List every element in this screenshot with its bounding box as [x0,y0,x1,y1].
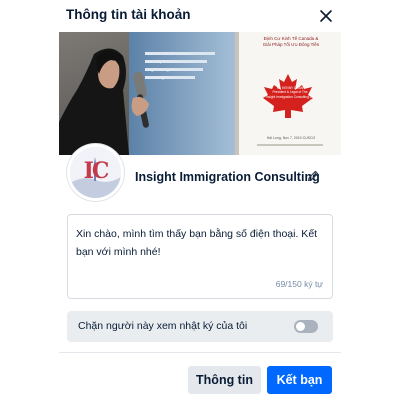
avatar-monogram: IC [83,158,110,184]
cover-slide-left-line: Consulting Ltd [145,75,171,80]
avatar[interactable]: IC [67,144,124,201]
dialog-title: Thông tin tài khoản [66,7,191,22]
block-diary-toggle[interactable] [294,320,318,333]
cover-photo[interactable]: Định Cư Kinh Tế Canada Giải Pháp Đầu Tư … [59,32,341,155]
add-friend-button[interactable]: Kết bạn [267,366,332,394]
profile-name: Insight Immigration Consulting [135,170,320,184]
toggle-knob [296,322,305,331]
info-button[interactable]: Thông tin [188,366,261,394]
greeting-message-text[interactable]: Xin chào, mình tìm thấy bạn bằng số điện… [76,225,324,261]
block-diary-option: Chặn người này xem nhật ký của tôi [67,311,333,342]
cover-slide-left-line: Định Cư Kinh Tế Canada [145,51,190,56]
pencil-icon[interactable] [306,169,320,183]
cover-slide-left-line: Insight Immigration [145,67,179,72]
block-diary-label: Chặn người này xem nhật ký của tôi [78,320,248,332]
cover-slide-left-line: Giải Pháp Đầu Tư [145,59,178,64]
greeting-message-input[interactable]: Xin chào, mình tìm thấy bạn bằng số điện… [67,214,333,299]
close-icon[interactable] [316,6,336,26]
dialog-header: Thông tin tài khoản [0,0,400,32]
footer-divider [59,352,341,353]
cover-slide-left: Định Cư Kinh Tế Canada Giải Pháp Đầu Tư … [145,50,225,82]
cover-slide-footer: Hải Long, Nov 7, 2019 CUSCO [266,136,316,140]
cover-slide-speaker-line: Insight Immigration Consulting Ltd [265,94,315,99]
cover-slide-title: Giải Pháp Tối Ưu Đông Tiền [262,42,320,47]
cover-slide-right: Định Cư Kinh Tế Canada & Giải Pháp Tối Ư… [245,36,337,48]
character-counter: 69/150 ký tự [275,279,323,289]
cover-slide-speaker: Mr. KENNY DOAN President & Legal of The … [259,86,321,99]
